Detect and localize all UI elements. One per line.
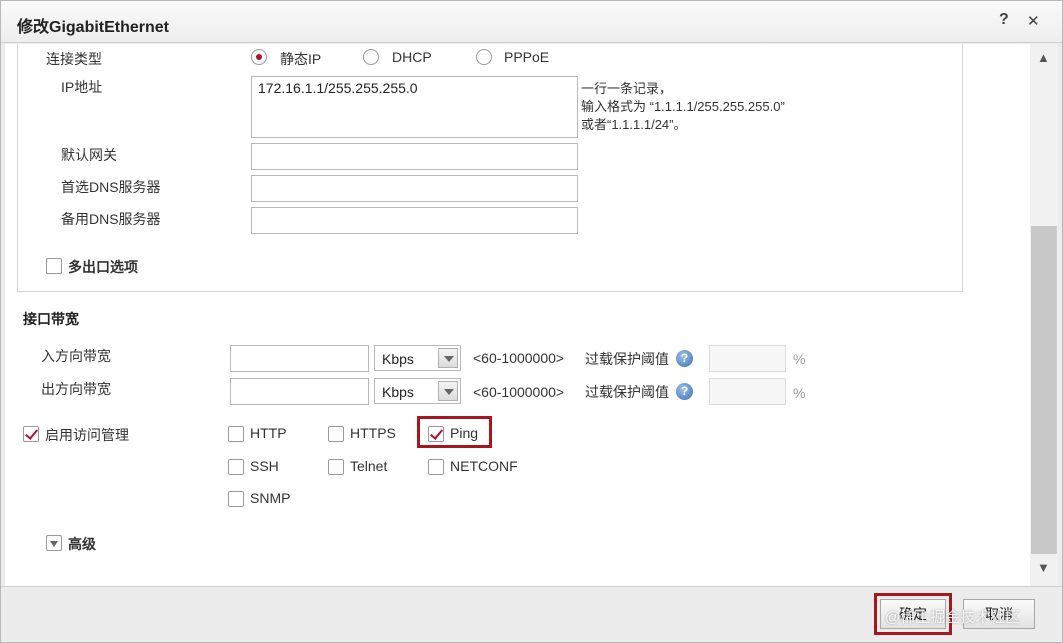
scroll-down-icon[interactable]: ▼ bbox=[1037, 560, 1050, 575]
multi-exit-label: 多出口选项 bbox=[68, 259, 138, 275]
inbound-bandwidth-label: 入方向带宽 bbox=[41, 348, 111, 364]
netconf-label: NETCONF bbox=[450, 458, 518, 474]
inbound-overload-label: 过载保护阈值 bbox=[585, 351, 669, 367]
http-checkbox[interactable] bbox=[228, 426, 244, 442]
watermark-text: @稀土掘金技术社区 bbox=[885, 609, 1021, 626]
dns1-input[interactable] bbox=[251, 175, 578, 202]
radio-static-ip[interactable] bbox=[251, 49, 267, 65]
dns2-input[interactable] bbox=[251, 207, 578, 234]
inbound-unit-value: Kbps bbox=[382, 351, 414, 367]
ip-hint-line: 一行一条记录， bbox=[581, 81, 673, 96]
close-icon[interactable]: ✕ bbox=[1027, 12, 1040, 30]
dialog-content: 连接类型 静态IP DHCP PPPoE IP地址 172.16.1.1/255… bbox=[5, 44, 1030, 586]
snmp-checkbox[interactable] bbox=[228, 491, 244, 507]
gateway-input[interactable] bbox=[251, 143, 578, 170]
advanced-toggle-icon[interactable] bbox=[46, 535, 62, 551]
inbound-threshold-input[interactable] bbox=[709, 345, 786, 372]
chevron-down-icon bbox=[438, 381, 458, 401]
inbound-unit-select[interactable]: Kbps bbox=[374, 345, 461, 371]
dns2-label: 备用DNS服务器 bbox=[61, 211, 161, 227]
help-icon[interactable]: ? bbox=[676, 350, 693, 367]
multi-exit-checkbox[interactable] bbox=[46, 258, 62, 274]
scroll-up-icon[interactable]: ▲ bbox=[1037, 50, 1050, 65]
ping-highlight-box bbox=[417, 416, 492, 448]
telnet-label: Telnet bbox=[350, 458, 388, 474]
inbound-bandwidth-input[interactable] bbox=[230, 345, 369, 372]
outbound-threshold-input[interactable] bbox=[709, 378, 786, 405]
telnet-checkbox[interactable] bbox=[328, 459, 344, 475]
netconf-checkbox[interactable] bbox=[428, 459, 444, 475]
dialog-title: 修改GigabitEthernet bbox=[17, 19, 170, 36]
help-icon[interactable]: ? bbox=[999, 11, 1009, 29]
bandwidth-section-title: 接口带宽 bbox=[23, 311, 79, 327]
ip-address-label: IP地址 bbox=[61, 79, 103, 95]
outbound-bandwidth-label: 出方向带宽 bbox=[41, 381, 111, 397]
dns1-label: 首选DNS服务器 bbox=[61, 179, 161, 195]
https-checkbox[interactable] bbox=[328, 426, 344, 442]
dialog-titlebar: 修改GigabitEthernet ? ✕ bbox=[1, 1, 1062, 43]
vertical-scrollbar[interactable]: ▲ ▼ bbox=[1030, 44, 1058, 586]
inbound-range-hint: <60-1000000> bbox=[473, 350, 565, 366]
radio-pppoe-label: PPPoE bbox=[504, 49, 550, 65]
https-label: HTTPS bbox=[350, 425, 396, 441]
help-icon[interactable]: ? bbox=[676, 383, 693, 400]
chevron-down-icon bbox=[438, 348, 458, 368]
radio-dhcp-label: DHCP bbox=[392, 49, 432, 65]
ssh-label: SSH bbox=[250, 458, 279, 474]
edit-interface-dialog: 修改GigabitEthernet ? ✕ 连接类型 静态IP DHCP PPP… bbox=[0, 0, 1063, 643]
gateway-label: 默认网关 bbox=[61, 147, 117, 163]
outbound-unit-select[interactable]: Kbps bbox=[374, 378, 461, 404]
outbound-unit-value: Kbps bbox=[382, 384, 414, 400]
ssh-checkbox[interactable] bbox=[228, 459, 244, 475]
inbound-percent-unit: % bbox=[793, 351, 806, 367]
scrollbar-thumb[interactable] bbox=[1031, 226, 1057, 554]
ip-address-textarea[interactable]: 172.16.1.1/255.255.255.0 bbox=[251, 76, 578, 138]
outbound-range-hint: <60-1000000> bbox=[473, 384, 565, 400]
ip-format-hint: 一行一条记录， 输入格式为 “1.1.1.1/255.255.255.0” 或者… bbox=[581, 80, 785, 134]
access-management-label: 启用访问管理 bbox=[45, 427, 129, 443]
radio-static-ip-label: 静态IP bbox=[280, 51, 322, 67]
advanced-label[interactable]: 高级 bbox=[68, 534, 96, 554]
ip-hint-line: 输入格式为 “1.1.1.1/255.255.255.0” bbox=[581, 99, 785, 114]
ip-hint-line: 或者“1.1.1.1/24”。 bbox=[581, 117, 687, 132]
snmp-label: SNMP bbox=[250, 490, 291, 506]
outbound-bandwidth-input[interactable] bbox=[230, 378, 369, 405]
radio-pppoe[interactable] bbox=[476, 49, 492, 65]
connection-type-label: 连接类型 bbox=[46, 51, 102, 67]
radio-dhcp[interactable] bbox=[363, 49, 379, 65]
dialog-footer: 确定 取消 @稀土掘金技术社区 bbox=[1, 586, 1062, 642]
outbound-percent-unit: % bbox=[793, 385, 806, 401]
access-management-checkbox[interactable] bbox=[23, 426, 39, 442]
http-label: HTTP bbox=[250, 425, 287, 441]
outbound-overload-label: 过载保护阈值 bbox=[585, 384, 669, 400]
